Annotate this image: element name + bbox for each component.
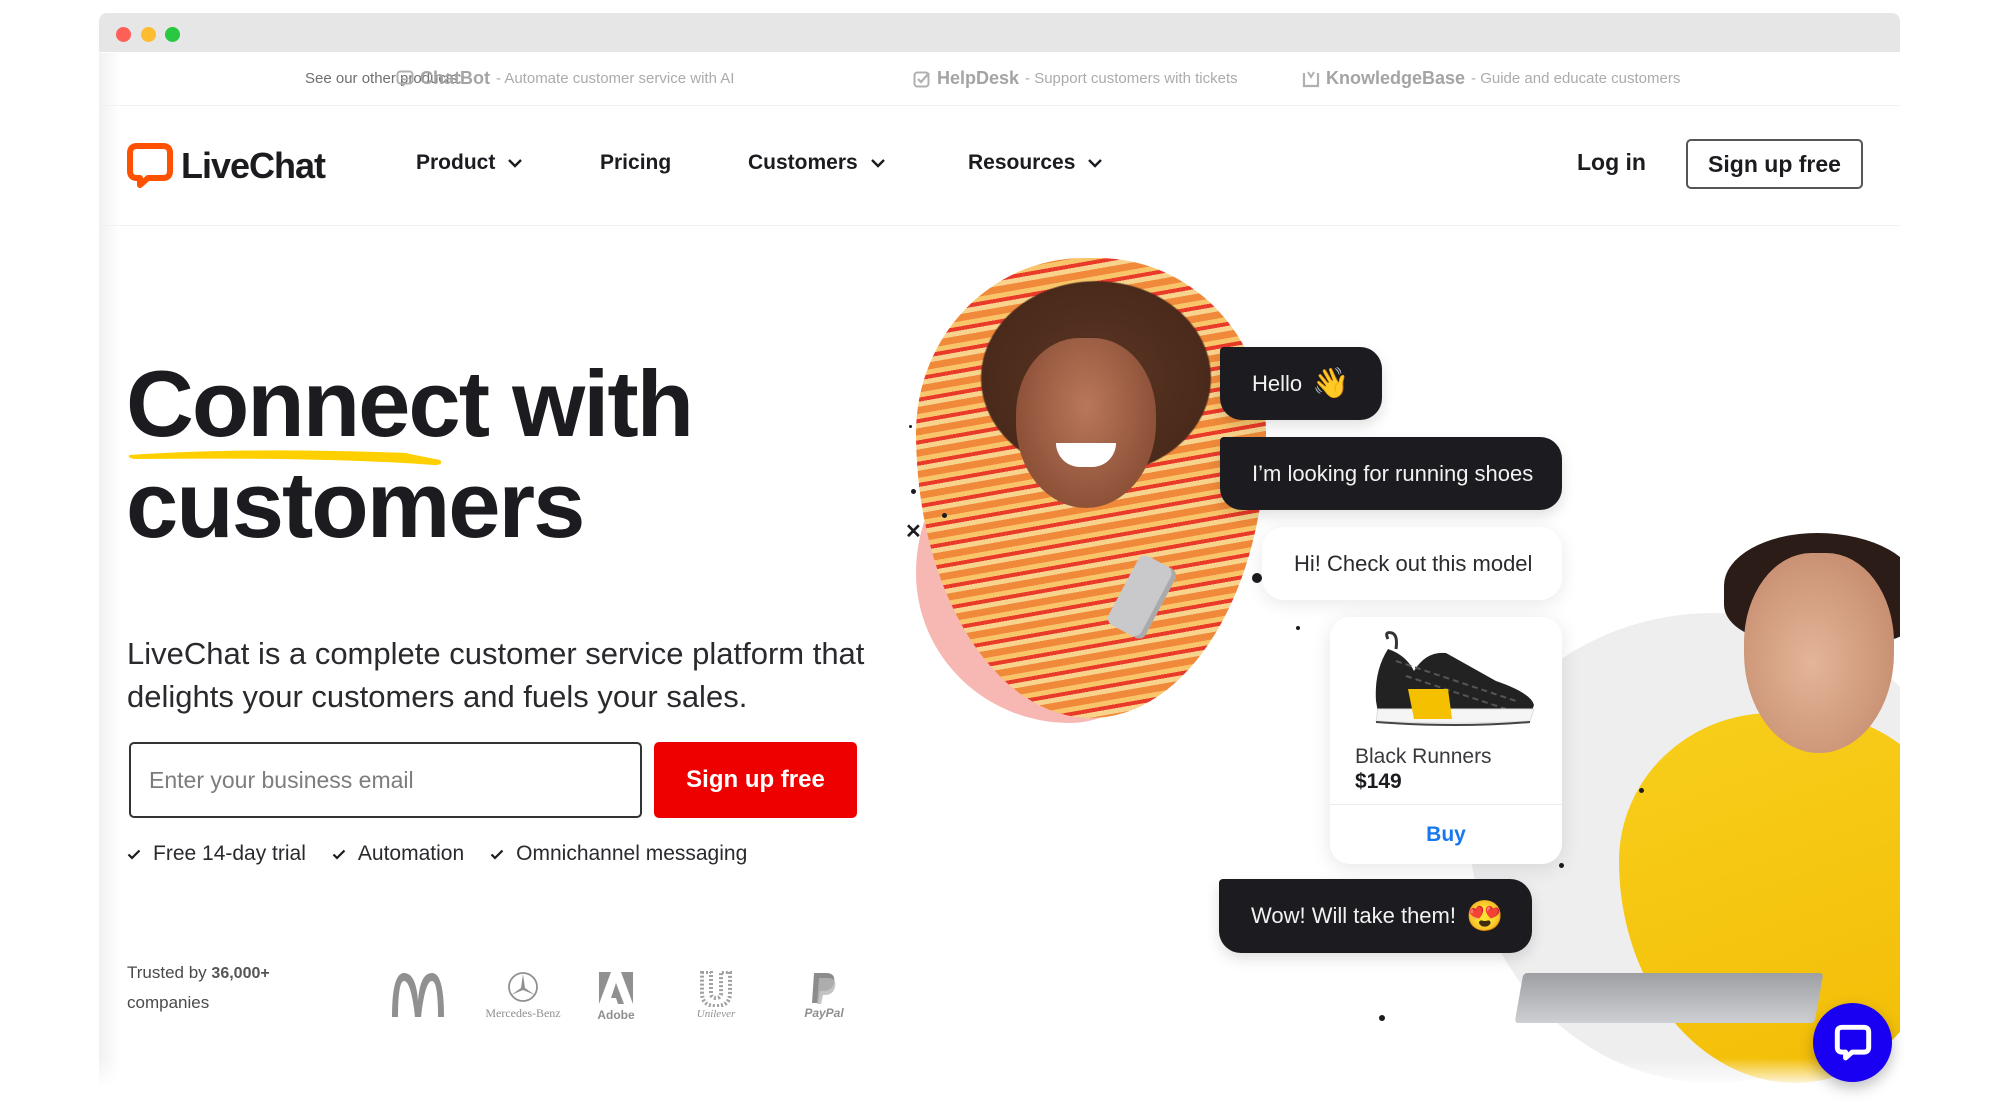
nav-label: Customers <box>748 151 858 174</box>
brand-name: PayPal <box>804 1006 844 1020</box>
adobe-mark-icon <box>599 972 633 1004</box>
nav-pricing[interactable]: Pricing <box>600 151 671 175</box>
paypal-logo: PayPal <box>799 971 849 1020</box>
chevron-down-icon <box>870 159 885 168</box>
livechat-widget-button[interactable] <box>1813 1003 1892 1082</box>
message-text: I’m looking for running shoes <box>1252 460 1534 486</box>
chat-message-customer: Hello 👋 <box>1220 347 1382 420</box>
headline-underline-decoration <box>128 450 442 465</box>
product-link-chatbot[interactable]: ChatBot - Automate customer service with… <box>396 68 734 89</box>
brand-name: Unilever <box>696 1008 736 1020</box>
product-desc: - Support customers with tickets <box>1025 70 1238 87</box>
nav-resources[interactable]: Resources <box>968 151 1103 175</box>
feature-label: Automation <box>357 842 465 865</box>
logo-text: LiveChat <box>181 145 326 186</box>
nav-customers[interactable]: Customers <box>748 151 886 175</box>
trusted-prefix: Trusted by <box>127 963 207 982</box>
brand-name: Adobe <box>597 1008 635 1022</box>
window-minimize-button[interactable] <box>141 27 156 42</box>
product-desc: - Automate customer service with AI <box>496 70 735 87</box>
hero-signup-button[interactable]: Sign up free <box>654 742 857 818</box>
login-link[interactable]: Log in <box>1577 149 1646 176</box>
decorative-cross-icon: ✕ <box>905 521 922 543</box>
adobe-logo: Adobe <box>594 971 638 1022</box>
chat-message-customer: Wow! Will take them! 😍 <box>1219 879 1532 953</box>
window-close-button[interactable] <box>116 27 131 42</box>
helpdesk-icon <box>913 71 930 87</box>
header-signup-button[interactable]: Sign up free <box>1686 139 1863 189</box>
product-name: HelpDesk <box>937 68 1020 88</box>
product-name: Black Runners <box>1355 745 1492 768</box>
chat-message-agent: Hi! Check out this model <box>1262 527 1562 600</box>
site-header: LiveChat Product Pricing Customers Resou… <box>99 105 1900 226</box>
window-shadow <box>99 53 121 1088</box>
product-link-knowledgebase[interactable]: KnowledgeBase - Guide and educate custom… <box>1302 68 1680 89</box>
trusted-count: 36,000+ <box>211 965 270 982</box>
product-name: ChatBot <box>420 68 490 88</box>
laptop-image <box>1514 973 1824 1023</box>
feature-label: Omnichannel messaging <box>516 842 748 865</box>
feature-item: Free 14-day trial <box>127 842 306 866</box>
decorative-dot <box>911 489 916 494</box>
headline-line-1: Connect with <box>126 351 694 456</box>
decorative-dot <box>942 513 947 518</box>
brand-name: Mercedes-Benz <box>485 1006 561 1020</box>
chatbot-icon <box>396 70 414 87</box>
woman-face <box>1016 338 1156 508</box>
checkmark-icon <box>332 849 346 860</box>
feature-list: Free 14-day trial Automation Omnichannel… <box>127 842 747 866</box>
mercedes-star-icon <box>508 972 538 1002</box>
decorative-dot <box>909 425 912 428</box>
decorative-dot <box>1639 788 1644 793</box>
window-fade <box>99 1058 1900 1088</box>
chat-bubble-icon <box>1834 1024 1871 1060</box>
product-name: KnowledgeBase <box>1326 68 1466 88</box>
chevron-down-icon <box>1088 159 1103 168</box>
feature-item: Automation <box>332 842 464 866</box>
product-link-helpdesk[interactable]: HelpDesk - Support customers with ticket… <box>913 68 1238 89</box>
mercedes-benz-logo: Mercedes-Benz <box>481 971 565 1021</box>
checkmark-icon <box>490 849 504 860</box>
waving-hand-emoji: 👋 <box>1312 367 1350 400</box>
buy-button[interactable]: Buy <box>1330 805 1562 864</box>
window-titlebar <box>99 13 1900 52</box>
message-text: Wow! Will take them! <box>1251 903 1456 928</box>
livechat-logo[interactable]: LiveChat <box>127 143 326 189</box>
product-card: Black Runners $149 Buy <box>1330 617 1562 864</box>
message-text: Hello <box>1252 370 1303 396</box>
business-email-input[interactable] <box>129 742 642 818</box>
heart-eyes-emoji: 😍 <box>1465 899 1504 933</box>
paypal-mark-icon <box>812 973 836 1004</box>
unilever-mark-icon <box>700 970 732 1009</box>
nav-product[interactable]: Product <box>416 151 523 175</box>
nav-label: Pricing <box>600 151 672 174</box>
hero-subtitle: LiveChat is a complete customer service … <box>127 636 865 714</box>
checkmark-icon <box>127 849 141 860</box>
nav-label: Resources <box>968 151 1076 174</box>
knowledgebase-icon <box>1302 70 1320 87</box>
decorative-dot <box>1379 1015 1385 1021</box>
agent-photo-man-face <box>1744 553 1894 753</box>
mcdonalds-logo <box>392 973 444 1017</box>
window-maximize-button[interactable] <box>165 27 180 42</box>
unilever-logo: Unilever <box>694 970 738 1020</box>
product-price: $149 <box>1355 770 1402 793</box>
feature-label: Free 14-day trial <box>153 842 306 865</box>
chevron-down-icon <box>508 159 523 168</box>
chat-message-customer: I’m looking for running shoes <box>1220 437 1562 510</box>
product-desc: - Guide and educate customers <box>1471 70 1681 87</box>
trusted-suffix: companies <box>127 993 210 1012</box>
sneaker-image <box>1375 631 1535 726</box>
smartphone-image <box>1105 552 1179 642</box>
decorative-dot <box>1252 573 1262 583</box>
other-products-bar: See our other products: ChatBot - Automa… <box>99 52 1900 106</box>
decorative-dot <box>1296 626 1300 630</box>
feature-item: Omnichannel messaging <box>490 842 747 866</box>
browser-window: See our other products: ChatBot - Automa… <box>99 13 1900 1088</box>
message-text: Hi! Check out this model <box>1294 550 1533 576</box>
livechat-logo-icon <box>127 143 173 188</box>
nav-label: Product <box>416 151 496 174</box>
trusted-by-text: Trusted by 36,000+ companies <box>127 958 270 1017</box>
